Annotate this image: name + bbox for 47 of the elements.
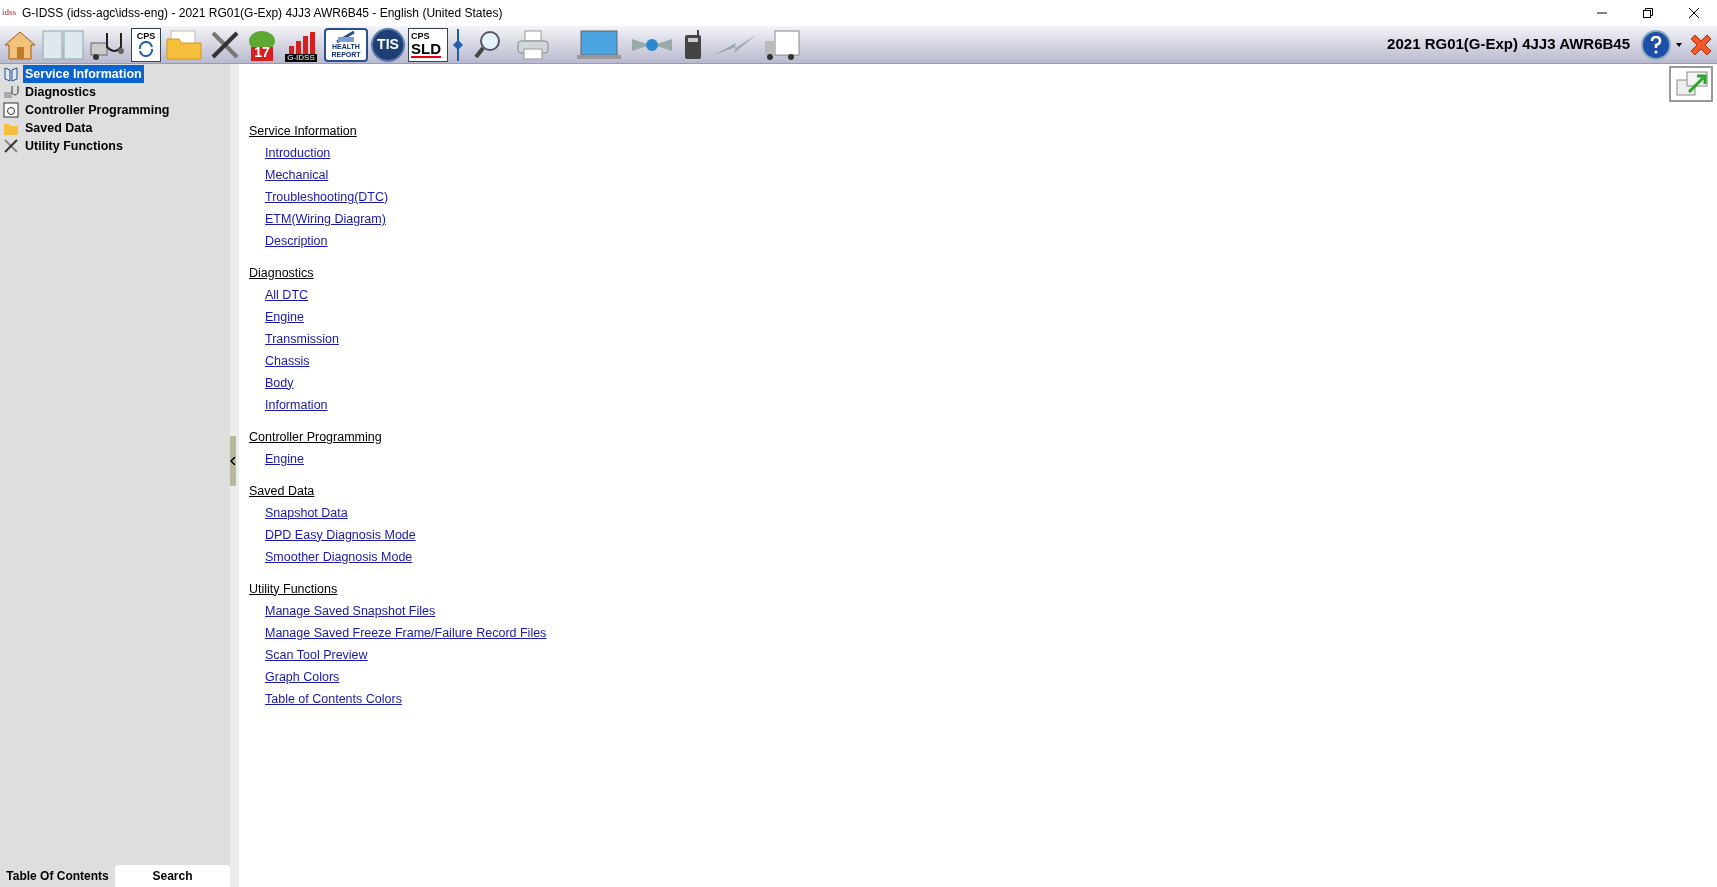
- link[interactable]: Graph Colors: [265, 667, 340, 687]
- link[interactable]: ETM(Wiring Diagram): [265, 209, 386, 229]
- link[interactable]: Engine: [265, 449, 304, 469]
- section-heading: Diagnostics: [249, 264, 314, 282]
- tis-icon[interactable]: TIS: [371, 27, 405, 62]
- link[interactable]: Transmission: [265, 329, 339, 349]
- link[interactable]: Information: [265, 395, 328, 415]
- app-logo: idss: [2, 6, 16, 20]
- collapse-handle[interactable]: [230, 435, 236, 486]
- link[interactable]: DPD Easy Diagnosis Mode: [265, 525, 416, 545]
- link[interactable]: Mechanical: [265, 165, 329, 185]
- link[interactable]: Introduction: [265, 143, 331, 163]
- link[interactable]: All DTC: [265, 285, 309, 305]
- window-title: G-IDSS (idss-agc\idss-eng) - 2021 RG01(G-Exp) 4JJ3 AWR6B45 - English (United States): [22, 5, 503, 22]
- popout-window-icon[interactable]: [1669, 66, 1713, 102]
- link[interactable]: Engine: [265, 307, 304, 327]
- link[interactable]: Snapshot Data: [265, 503, 348, 523]
- stethoscope-icon: [3, 84, 19, 100]
- link[interactable]: Manage Saved Freeze Frame/Failure Record Files: [265, 623, 547, 643]
- vehicle-label: 2021 RG01(G-Exp) 4JJ3 AWR6B45: [1387, 34, 1630, 55]
- dropdown-caret-icon[interactable]: [1676, 42, 1682, 47]
- link[interactable]: Scan Tool Preview: [265, 645, 368, 665]
- link[interactable]: Troubleshooting(DTC): [265, 187, 389, 207]
- splitter-icon[interactable]: [451, 27, 465, 62]
- link[interactable]: Chassis: [265, 351, 310, 371]
- sld-icon[interactable]: CPS SLD: [408, 27, 448, 62]
- section-heading: Controller Programming: [249, 428, 382, 446]
- truck-icon[interactable]: [762, 27, 802, 62]
- link[interactable]: Manage Saved Snapshot Files: [265, 601, 436, 621]
- tree-item[interactable]: Saved Data: [23, 118, 95, 138]
- link[interactable]: Smoother Diagnosis Mode: [265, 547, 413, 567]
- link[interactable]: Description: [265, 231, 328, 251]
- help-icon[interactable]: [1641, 29, 1671, 60]
- section-heading: Saved Data: [249, 482, 315, 500]
- section-heading: Service Information: [249, 122, 357, 140]
- link[interactable]: Body: [265, 373, 294, 393]
- tree-item[interactable]: Service Information: [23, 64, 144, 84]
- tree-item[interactable]: Controller Programming: [23, 100, 172, 120]
- restore-icon: [1643, 8, 1653, 18]
- cps-icon[interactable]: CPS: [131, 27, 161, 62]
- book-icon: [3, 66, 19, 82]
- close-icon: [1689, 8, 1699, 18]
- tree-item[interactable]: Utility Functions: [23, 136, 125, 156]
- link[interactable]: Table of Contents Colors: [265, 689, 402, 709]
- tree-item[interactable]: Diagnostics: [23, 82, 98, 102]
- section-heading: Utility Functions: [249, 580, 338, 598]
- tab[interactable]: Search: [115, 865, 230, 887]
